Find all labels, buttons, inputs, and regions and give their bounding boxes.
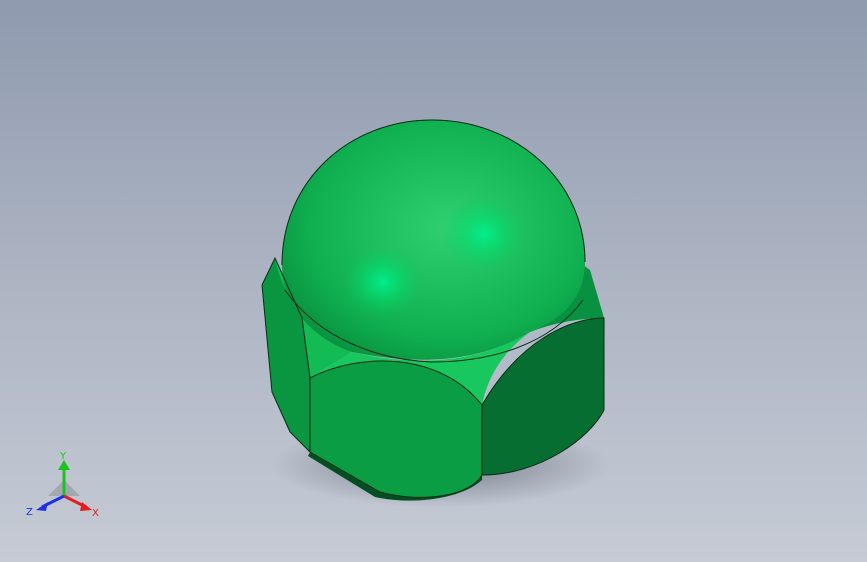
x-axis-arrow	[63, 494, 92, 511]
y-axis-label: Y	[59, 451, 67, 462]
x-axis-label: X	[92, 508, 99, 519]
z-axis-arrow	[36, 494, 65, 511]
acorn-cap-nut-icon[interactable]	[0, 0, 867, 562]
dome-highlight-left	[343, 246, 423, 318]
dome	[282, 120, 585, 360]
z-axis-label: Z	[26, 507, 33, 518]
dome-highlight-right	[442, 196, 526, 272]
orientation-triad[interactable]: Y X Z	[22, 448, 106, 524]
graphics-viewport[interactable]: Y X Z	[0, 0, 867, 562]
